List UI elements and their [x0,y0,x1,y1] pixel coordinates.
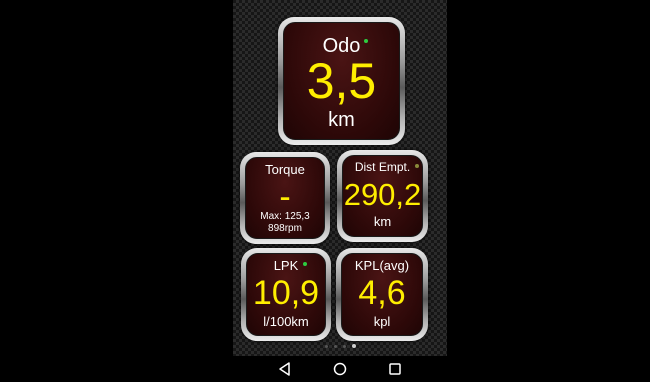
page-indicator [233,344,447,350]
lpk-unit: l/100km [263,314,309,329]
home-circle-icon[interactable] [332,361,348,377]
app-screen: Odo 3,5 km Torque - Max: 125,3 898rpm Di… [233,0,447,382]
torque-max-label: Max: 125,3 [260,211,310,222]
dist-empty-gauge-face: Dist Empt. 290,2 km [342,155,423,237]
recent-square-icon[interactable] [387,361,403,377]
status-indicator-icon [303,262,307,266]
lpk-gauge[interactable]: LPK 10,9 l/100km [241,248,331,341]
dist-empty-unit: km [373,214,392,229]
torque-rpm-label: 898rpm [268,223,302,234]
torque-title: Torque [265,162,305,177]
page-dot[interactable] [324,345,328,348]
navigation-bar [233,356,447,382]
torque-gauge-face: Torque - Max: 125,3 898rpm [245,157,325,239]
odo-unit: km [328,109,355,131]
status-indicator-icon [364,39,368,43]
kpl-avg-title: KPL(avg) [354,258,410,273]
dist-empty-title: Dist Empt. [354,160,411,174]
dist-empty-value: 290,2 [343,177,422,212]
kpl-avg-value: 4,6 [358,274,406,312]
kpl-avg-gauge[interactable]: KPL(avg) 4,6 kpl [336,248,428,341]
odo-value: 3,5 [306,53,377,109]
kpl-avg-gauge-face: KPL(avg) 4,6 kpl [341,253,423,336]
odo-gauge-face: Odo 3,5 km [283,22,400,140]
torque-gauge[interactable]: Torque - Max: 125,3 898rpm [240,152,330,244]
kpl-avg-unit: kpl [373,314,391,329]
lpk-gauge-face: LPK 10,9 l/100km [246,253,326,336]
page-dot[interactable] [333,345,337,348]
lpk-title: LPK [273,258,299,273]
back-triangle-icon[interactable] [277,361,293,377]
page-dot-active[interactable] [351,344,356,348]
dist-empty-gauge[interactable]: Dist Empt. 290,2 km [337,150,428,242]
status-indicator-icon [415,164,419,168]
odo-gauge[interactable]: Odo 3,5 km [278,17,405,145]
lpk-value: 10,9 [252,274,320,312]
page-dot[interactable] [342,345,346,348]
